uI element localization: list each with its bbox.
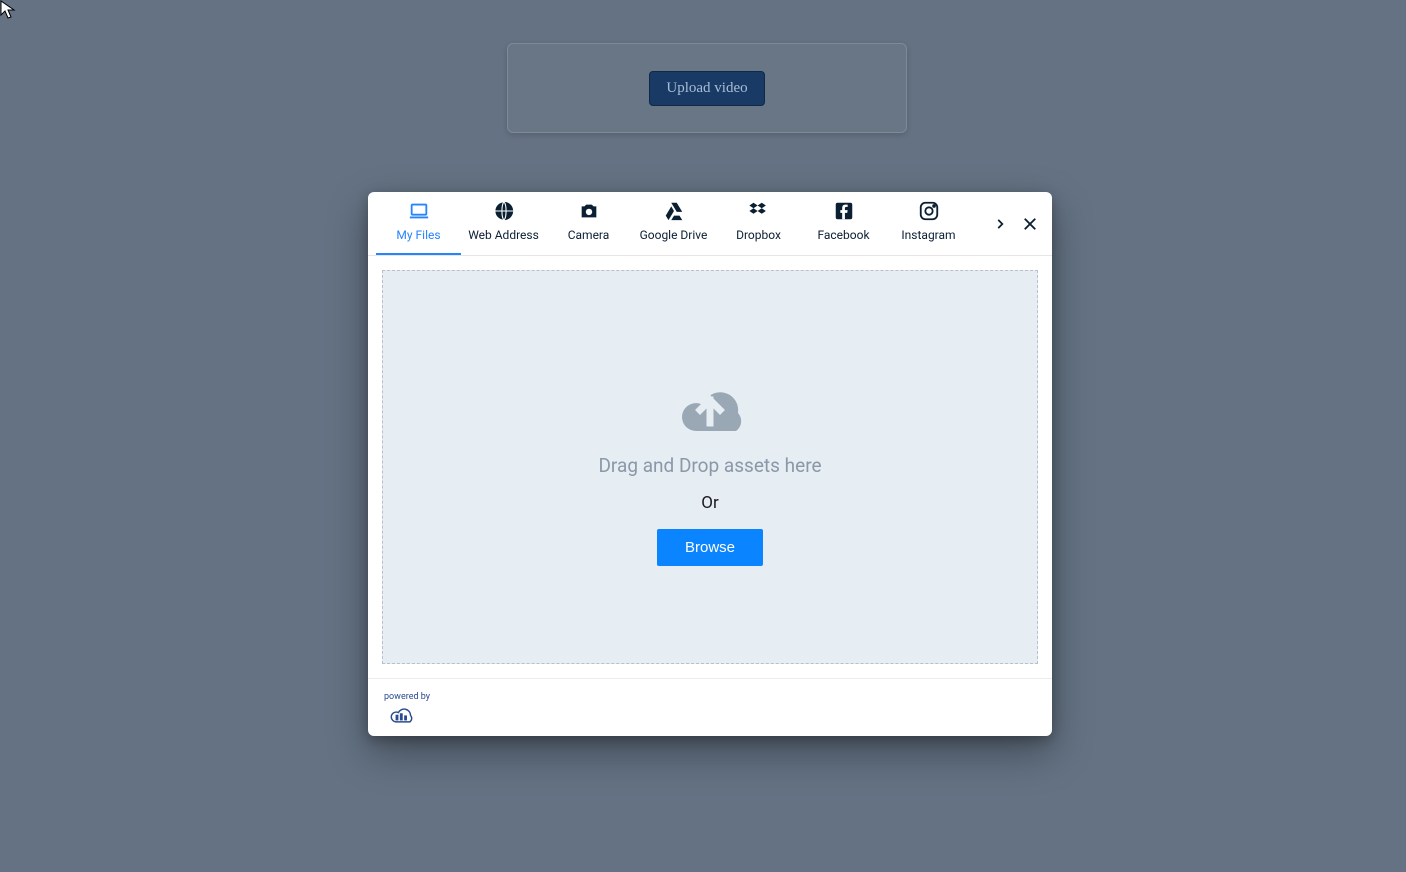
tab-label: Dropbox (736, 228, 781, 242)
tab-facebook[interactable]: Facebook (801, 192, 886, 255)
tab-my-files[interactable]: My Files (376, 192, 461, 255)
modal-footer: powered by (368, 678, 1052, 736)
cloud-upload-icon (660, 368, 760, 438)
close-icon (1021, 215, 1039, 233)
tab-label: My Files (396, 228, 440, 242)
tab-label: Web Address (468, 228, 539, 242)
powered-by-link[interactable]: powered by (384, 692, 430, 724)
dropzone[interactable]: Drag and Drop assets here Or Browse (382, 270, 1038, 664)
modal-content: Drag and Drop assets here Or Browse (368, 256, 1052, 678)
tab-google-drive[interactable]: Google Drive (631, 192, 716, 255)
tab-camera[interactable]: Camera (546, 192, 631, 255)
tab-dropbox[interactable]: Dropbox (716, 192, 801, 255)
tabs-scroll-right[interactable] (988, 192, 1012, 256)
source-tabbar: My Files Web Address Camera (368, 192, 1052, 256)
upload-card: Upload video (507, 43, 907, 133)
laptop-icon (408, 200, 430, 222)
browse-button[interactable]: Browse (657, 529, 763, 566)
dropzone-title: Drag and Drop assets here (598, 454, 821, 477)
tab-label: Camera (568, 228, 610, 242)
camera-icon (578, 200, 600, 222)
upload-widget-modal: My Files Web Address Camera (368, 192, 1052, 736)
tab-label: Google Drive (640, 228, 708, 242)
powered-by-label: powered by (384, 692, 430, 702)
tab-instagram[interactable]: Instagram (886, 192, 971, 255)
close-button[interactable] (1016, 192, 1044, 256)
tab-label: Instagram (901, 228, 955, 242)
upload-video-button[interactable]: Upload video (649, 71, 764, 106)
cloudinary-logo-icon (384, 704, 420, 724)
chevron-right-icon (993, 217, 1007, 231)
globe-icon (493, 200, 515, 222)
dropbox-icon (748, 200, 770, 222)
tab-label: Facebook (817, 228, 869, 242)
dropzone-or-text: Or (701, 493, 718, 513)
mouse-cursor-icon (0, 0, 16, 20)
tab-web-address[interactable]: Web Address (461, 192, 546, 255)
facebook-icon (833, 200, 855, 222)
instagram-icon (918, 200, 940, 222)
google-drive-icon (663, 200, 685, 222)
